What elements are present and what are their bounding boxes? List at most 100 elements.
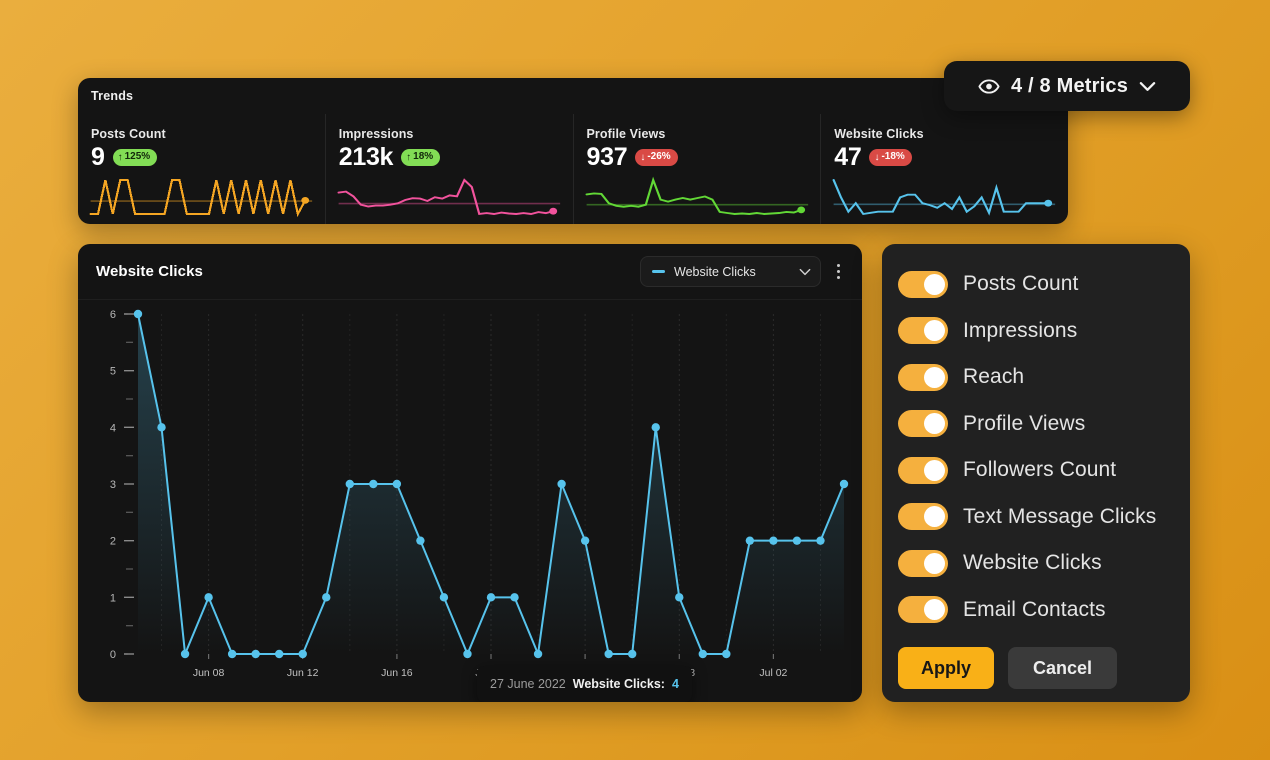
trend-change-value: -26% (647, 151, 671, 163)
status-badge: ↑ 18% (401, 149, 441, 166)
toggle-knob (924, 320, 945, 342)
series-select[interactable]: Website Clicks (640, 256, 821, 287)
status-badge: ↑ 125% (112, 149, 158, 166)
metric-label: Reach (963, 365, 1025, 389)
trend-value-row: 937 ↓ -26% (587, 145, 807, 170)
metric-label: Profile Views (963, 411, 1086, 435)
panel-actions: Apply Cancel (882, 633, 1190, 689)
svg-text:5: 5 (110, 366, 116, 378)
eye-icon (978, 78, 1000, 94)
metric-toggle-row[interactable]: Impressions (882, 308, 1190, 355)
trend-metric-value: 47 (834, 143, 862, 171)
trend-metric-card: Posts Count 9 ↑ 125% (78, 114, 325, 224)
page-title: Website Clicks (96, 263, 204, 280)
trends-panel: Trends Posts Count 9 ↑ 125% Impressions 213k ↑… (78, 78, 1068, 224)
svg-text:Jul 02: Jul 02 (759, 667, 787, 679)
trend-metric-value: 213k (338, 143, 394, 171)
kebab-menu-icon[interactable] (828, 258, 848, 286)
status-badge: ↓ -26% (635, 149, 678, 166)
metric-label: Email Contacts (963, 597, 1106, 621)
chevron-down-icon (799, 263, 811, 281)
svg-text:6: 6 (110, 309, 116, 321)
arrow-down-icon: ↓ (640, 151, 646, 163)
svg-text:1: 1 (110, 592, 116, 604)
arrow-up-icon: ↑ (406, 151, 412, 163)
trend-metric-label: Website Clicks (834, 127, 924, 141)
arrow-up-icon: ↑ (117, 151, 123, 163)
toggle-switch[interactable] (898, 317, 948, 345)
tooltip-value: 4 (671, 677, 679, 691)
trend-metric-label: Impressions (338, 127, 414, 141)
trend-sparkline (334, 176, 565, 218)
trend-sparkline (582, 176, 813, 218)
toggle-knob (924, 459, 945, 481)
svg-text:3: 3 (110, 479, 116, 491)
apply-button[interactable]: Apply (898, 647, 994, 689)
trend-change-value: 18% (413, 151, 434, 163)
trend-metric-card: Impressions 213k ↑ 18% (324, 114, 573, 224)
svg-text:0: 0 (110, 649, 116, 661)
svg-text:4: 4 (110, 422, 116, 434)
svg-text:2: 2 (110, 536, 116, 548)
website-clicks-chart-card: Website Clicks Website Clicks 0 1 2 3 4 5 6 Jun… (78, 244, 862, 702)
trend-sparkline (86, 176, 317, 218)
trends-panel-title: Trends (91, 89, 134, 103)
trend-value-row: 9 ↑ 125% (91, 145, 311, 170)
chart-tooltip: 27 June 2022 Website Clicks: 4 (477, 666, 692, 702)
svg-text:Jun 16: Jun 16 (381, 667, 413, 679)
toggle-knob (924, 413, 945, 435)
metric-toggle-row[interactable]: Posts Count (882, 261, 1190, 308)
line-chart-plot[interactable]: 0123456Jun 08Jun 12Jun 16Jun 20Jun 24Jun… (78, 300, 862, 702)
svg-text:Jun 12: Jun 12 (287, 667, 319, 679)
metric-toggle-row[interactable]: Text Message Clicks (882, 494, 1190, 541)
metric-toggle-row[interactable]: Followers Count (882, 447, 1190, 494)
tooltip-series-label: Website Clicks: (572, 677, 665, 691)
chart-header: Website Clicks Website Clicks (78, 244, 862, 300)
toggle-knob (924, 273, 945, 295)
trend-value-row: 47 ↓ -18% (834, 145, 1054, 170)
metric-toggle-row[interactable]: Website Clicks (882, 540, 1190, 587)
trend-change-value: -18% (881, 151, 905, 163)
trend-metric-value: 937 (586, 143, 628, 171)
toggle-switch[interactable] (898, 549, 948, 577)
toggle-switch[interactable] (898, 456, 948, 484)
toggle-switch[interactable] (898, 363, 948, 391)
metrics-visibility-dropdown[interactable]: 4 / 8 Metrics (944, 61, 1190, 111)
cancel-button[interactable]: Cancel (1008, 647, 1117, 689)
toggle-knob (924, 552, 945, 574)
metric-label: Followers Count (963, 458, 1117, 482)
metric-toggle-row[interactable]: Reach (882, 354, 1190, 401)
series-color-swatch (652, 270, 665, 273)
trend-sparkline (829, 176, 1060, 218)
trend-metric-value: 9 (91, 143, 105, 171)
chart-header-controls: Website Clicks (640, 256, 848, 287)
trends-metric-list: Posts Count 9 ↑ 125% Impressions 213k ↑ 18% Prof… (78, 114, 1068, 224)
svg-text:Jun 08: Jun 08 (193, 667, 225, 679)
chevron-down-icon (1139, 81, 1156, 92)
metrics-toggle-list: Posts Count Impressions Reach Profile Views… (882, 261, 1190, 633)
metrics-count-label: 4 / 8 Metrics (1010, 74, 1129, 97)
metrics-selection-panel: Posts Count Impressions Reach Profile Views… (882, 244, 1190, 702)
toggle-switch[interactable] (898, 410, 948, 438)
toggle-knob (924, 366, 945, 388)
metric-label: Text Message Clicks (963, 504, 1157, 528)
series-select-label: Website Clicks (674, 264, 756, 279)
toggle-knob (924, 506, 945, 528)
trend-metric-card: Website Clicks 47 ↓ -18% (820, 114, 1068, 224)
trend-metric-label: Profile Views (586, 127, 666, 141)
metric-toggle-row[interactable]: Email Contacts (882, 587, 1190, 634)
arrow-down-icon: ↓ (874, 151, 880, 163)
metric-label: Website Clicks (963, 551, 1102, 575)
toggle-switch[interactable] (898, 596, 948, 624)
trend-change-value: 125% (124, 151, 151, 163)
trend-value-row: 213k ↑ 18% (339, 145, 559, 170)
toggle-switch[interactable] (898, 503, 948, 531)
trend-metric-card: Profile Views 937 ↓ -26% (572, 114, 821, 224)
metric-toggle-row[interactable]: Profile Views (882, 401, 1190, 448)
metric-label: Posts Count (963, 272, 1079, 296)
toggle-knob (924, 599, 945, 621)
toggle-switch[interactable] (898, 270, 948, 298)
metric-label: Impressions (963, 318, 1078, 342)
trend-metric-label: Posts Count (91, 127, 166, 141)
status-badge: ↓ -18% (869, 149, 912, 166)
